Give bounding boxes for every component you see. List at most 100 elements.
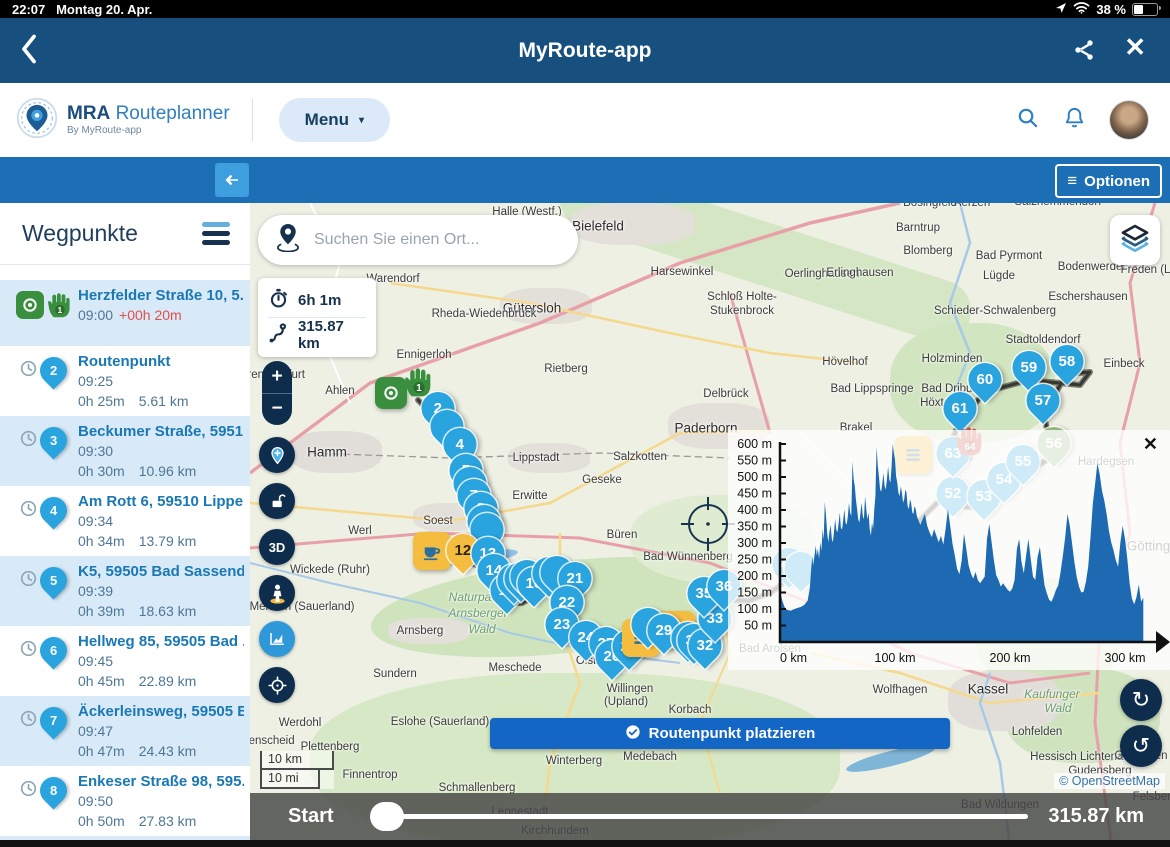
svg-text:600 m: 600 m xyxy=(737,437,772,451)
bell-icon[interactable] xyxy=(1063,106,1086,134)
waypoint-pin-icon: 4 xyxy=(34,491,72,529)
waypoint-time: 09:00+00h 20m xyxy=(78,307,244,323)
check-circle-icon xyxy=(625,724,641,744)
slider-knob[interactable] xyxy=(370,802,404,831)
place-routepoint-button[interactable]: Routenpunkt platzieren xyxy=(490,718,950,749)
svg-text:500 m: 500 m xyxy=(737,470,772,484)
waypoint-meta: 0h 50m27.83 km xyxy=(78,813,244,829)
bottom-edge xyxy=(0,840,1170,847)
waypoint-meta: 0h 30m10.96 km xyxy=(78,463,244,479)
app-header: MyRoute-app ✕ xyxy=(0,18,1170,83)
location-pin-icon xyxy=(276,223,300,257)
waypoint-meta: 0h 34m13.79 km xyxy=(78,533,244,549)
waypoint-meta: 0h 45m22.89 km xyxy=(78,673,244,689)
route-position-slider[interactable] xyxy=(372,814,1029,819)
clock-icon xyxy=(20,500,37,522)
map-marker-59[interactable]: 59 xyxy=(1013,351,1046,384)
svg-text:300 km: 300 km xyxy=(1105,651,1146,665)
add-waypoint-button[interactable] xyxy=(259,437,295,473)
redo-button[interactable]: ↻ xyxy=(1120,679,1162,721)
map-canvas[interactable]: Halle (Westf.)BielefeldOerlinghausenWare… xyxy=(250,203,1170,847)
options-button[interactable]: ≡ Optionen xyxy=(1055,164,1162,198)
layers-icon xyxy=(1119,222,1151,259)
waypoint-item[interactable]: 3Beckumer Straße, 5951...09:300h 30m10.9… xyxy=(0,416,250,486)
waypoint-time: 09:47 xyxy=(78,723,244,739)
sidebar-menu-icon[interactable] xyxy=(198,218,234,249)
status-left: 22:07 Montag 20. Apr. xyxy=(12,2,152,17)
elevation-chart: 600 m550 m500 m450 m400 m350 m300 m250 m… xyxy=(728,430,1170,670)
waypoint-title: Enkeser Straße 98, 595... xyxy=(78,773,244,790)
collapse-sidebar-button[interactable] xyxy=(215,163,249,197)
waypoint-delay: +00h 20m xyxy=(119,307,182,323)
waypoint-item[interactable]: 2Routenpunkt09:250h 25m5.61 km xyxy=(0,346,250,416)
panel-strip: ≡ Optionen xyxy=(0,157,1170,203)
zoom-control: + − xyxy=(262,361,292,425)
chevron-down-icon: ▾ xyxy=(359,115,364,126)
chart-close-icon[interactable]: ✕ xyxy=(1143,434,1158,455)
sidebar-title: Wegpunkte xyxy=(22,220,138,247)
waypoint-pin-icon: 2 xyxy=(34,351,72,389)
lock-icon[interactable] xyxy=(259,483,295,519)
waypoint-item[interactable]: 7Äckerleinsweg, 59505 B...09:470h 47m24.… xyxy=(0,696,250,766)
map-marker-60[interactable]: 60 xyxy=(969,363,1002,396)
slider-start-label: Start xyxy=(288,805,334,828)
avatar[interactable] xyxy=(1110,101,1148,139)
waypoint-time: 09:45 xyxy=(78,653,244,669)
hamburger-icon: ≡ xyxy=(1067,171,1077,191)
map-marker-61[interactable]: 61 xyxy=(944,392,977,425)
waypoint-pin-icon: 3 xyxy=(34,421,72,459)
route-summary-card: 6h 1m 315.87 km xyxy=(258,278,376,357)
close-icon[interactable]: ✕ xyxy=(1124,32,1146,63)
waypoint-title: Hellweg 85, 59505 Bad ... xyxy=(78,633,244,650)
map-marker[interactable] xyxy=(375,377,407,409)
3d-view-button[interactable]: 3D xyxy=(259,529,295,565)
brand-name: MRA xyxy=(67,103,110,124)
zoom-out-button[interactable]: − xyxy=(262,394,292,426)
sidebar-header: Wegpunkte xyxy=(0,203,250,265)
start-eye-icon xyxy=(16,291,44,319)
svg-text:200 m: 200 m xyxy=(737,569,772,583)
svg-text:100 km: 100 km xyxy=(875,651,916,665)
waypoint-pin-icon: 8 xyxy=(34,771,72,809)
menu-button[interactable]: Menu ▾ xyxy=(279,98,390,142)
search-icon[interactable] xyxy=(1016,106,1039,134)
waypoint-time: 09:39 xyxy=(78,583,244,599)
brand-suffix: Routeplanner xyxy=(116,103,230,124)
status-date: Montag 20. Apr. xyxy=(56,2,152,17)
clock-icon xyxy=(20,640,37,662)
share-icon[interactable] xyxy=(1072,38,1096,67)
clock-icon xyxy=(20,570,37,592)
battery-percent: 38 % xyxy=(1096,2,1126,17)
wifi-icon xyxy=(1073,1,1090,17)
waypoint-item[interactable]: 5K5, 59505 Bad Sassend...09:390h 39m18.6… xyxy=(0,556,250,626)
streetview-pegman-icon[interactable] xyxy=(259,575,295,611)
waypoint-item[interactable]: 1Herzfelder Straße 10, 5...09:00+00h 20m xyxy=(0,280,250,346)
undo-button[interactable]: ↺ xyxy=(1120,725,1162,767)
scale-km: 10 km xyxy=(262,751,334,770)
app-logo[interactable]: MRA Routeplanner By MyRoute-app xyxy=(16,97,230,144)
waypoint-pin-icon: 7 xyxy=(34,701,72,739)
waypoint-item[interactable]: 8Enkeser Straße 98, 595...09:500h 50m27.… xyxy=(0,766,250,836)
waypoint-title: Routenpunkt xyxy=(78,353,244,370)
battery-icon xyxy=(1132,3,1158,16)
svg-text:300 m: 300 m xyxy=(737,536,772,550)
toolbar: MRA Routeplanner By MyRoute-app Menu ▾ xyxy=(0,83,1170,158)
map-marker-58[interactable]: 58 xyxy=(1051,345,1084,378)
redo-icon: ↻ xyxy=(1132,687,1150,713)
waypoint-title: Herzfelder Straße 10, 5... xyxy=(78,287,244,304)
map-marker-57[interactable]: 57 xyxy=(1027,384,1060,417)
status-bar: 22:07 Montag 20. Apr. 38 % xyxy=(0,0,1170,18)
map-attribution[interactable]: © OpenStreetMap xyxy=(1054,773,1165,789)
waypoint-pin-icon: 5 xyxy=(34,561,72,599)
waypoint-time: 09:34 xyxy=(78,513,244,529)
elevation-chart-button[interactable] xyxy=(259,621,295,657)
map-search-box[interactable] xyxy=(258,215,578,265)
waypoints-sidebar: Wegpunkte 1Herzfelder Straße 10, 5...09:… xyxy=(0,203,250,840)
layers-button[interactable] xyxy=(1110,215,1160,265)
search-input[interactable] xyxy=(312,230,560,250)
waypoint-meta: 0h 47m24.43 km xyxy=(78,743,244,759)
waypoint-item[interactable]: 6Hellweg 85, 59505 Bad ...09:450h 45m22.… xyxy=(0,626,250,696)
zoom-in-button[interactable]: + xyxy=(262,361,292,394)
center-position-button[interactable] xyxy=(259,667,295,703)
waypoint-item[interactable]: 4Am Rott 6, 59510 Lippe...09:340h 34m13.… xyxy=(0,486,250,556)
